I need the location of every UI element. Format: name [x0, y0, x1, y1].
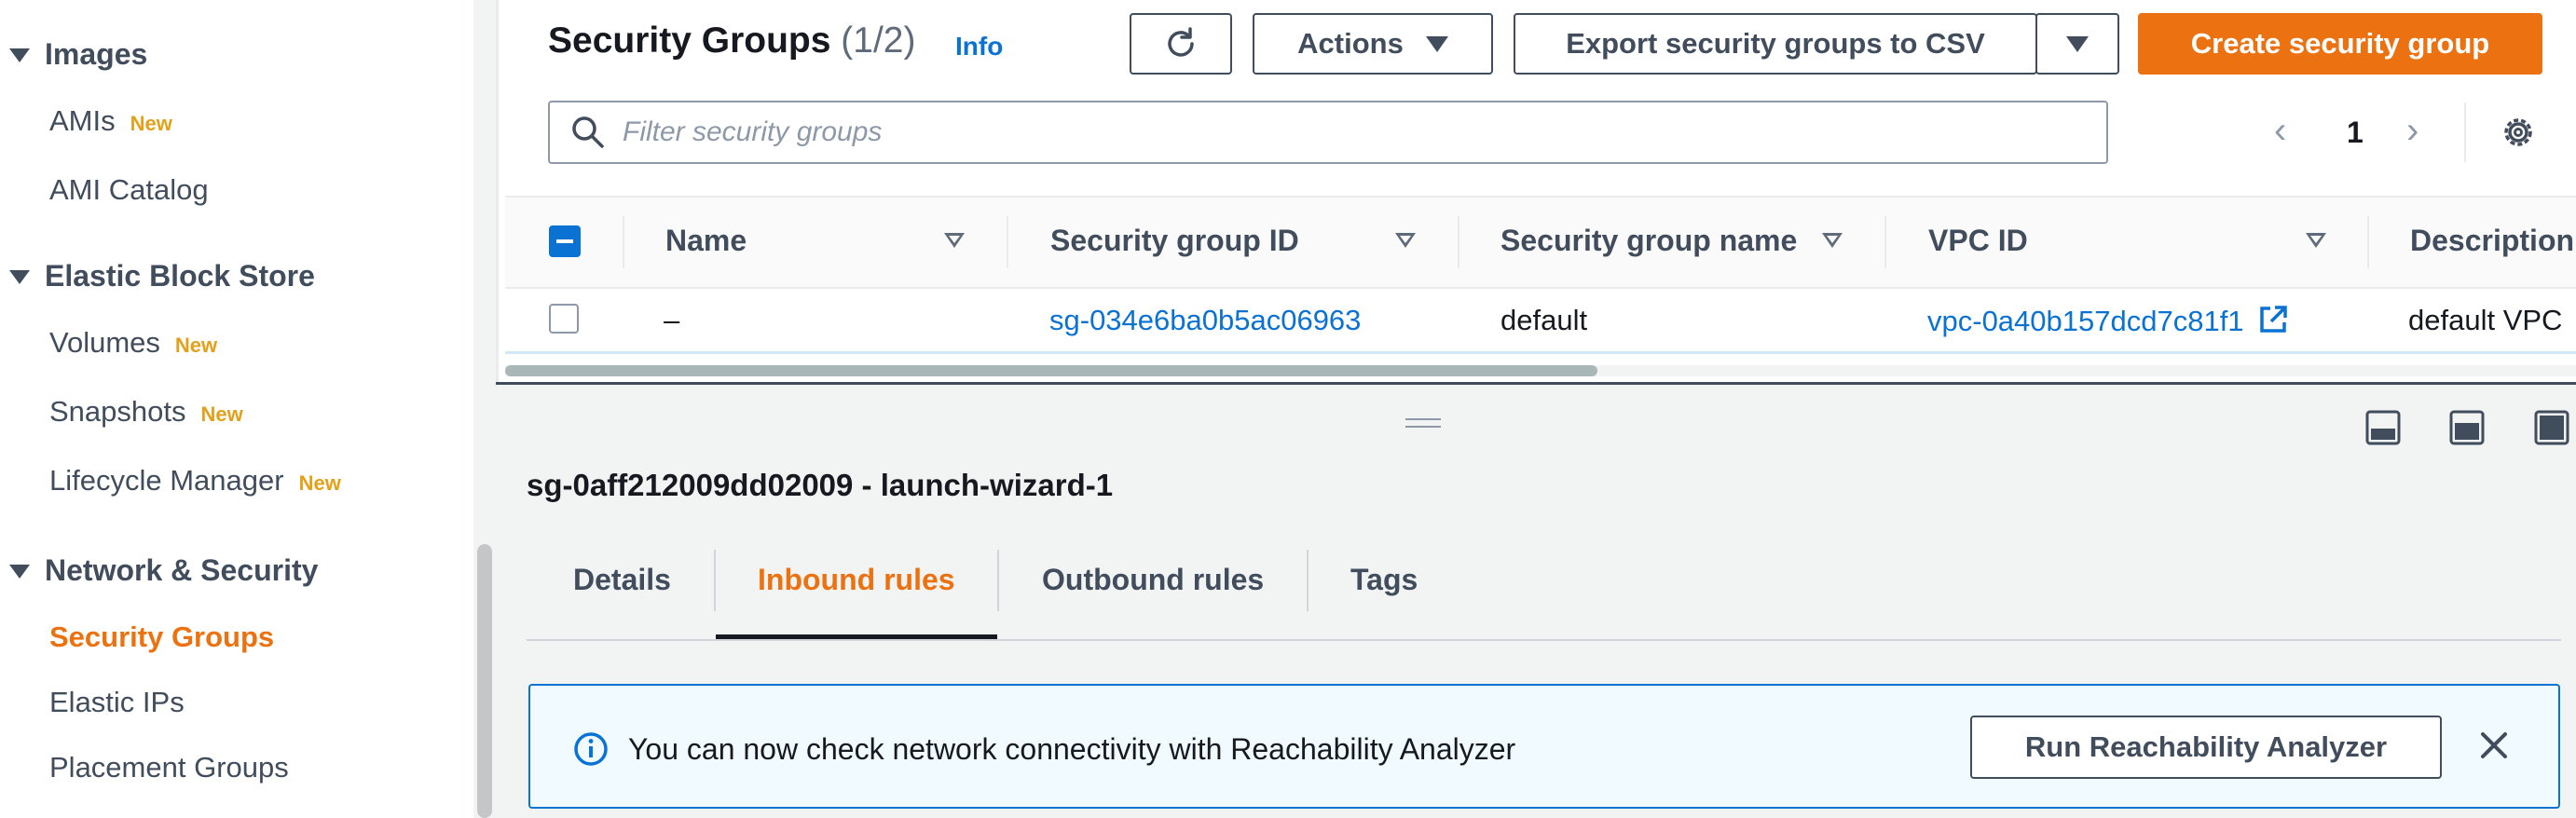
column-header-name[interactable]: Name	[665, 224, 747, 258]
filter-input[interactable]	[623, 116, 2021, 148]
sidebar-section-network-security[interactable]: Network & Security	[9, 553, 318, 588]
page-title: Security Groups (1/2)	[548, 20, 915, 61]
sort-icon[interactable]	[1822, 233, 1843, 248]
sidebar-item-volumes[interactable]: Volumes New	[49, 326, 217, 360]
sidebar-item-label: AMIs	[49, 104, 116, 137]
settings-gear-icon[interactable]	[2500, 114, 2537, 151]
external-link-icon[interactable]	[2257, 304, 2289, 335]
run-reachability-analyzer-button[interactable]: Run Reachability Analyzer	[1970, 716, 2442, 779]
new-badge: New	[130, 112, 172, 135]
sidebar-item-label: AMI Catalog	[49, 173, 209, 206]
tab-separator	[1307, 550, 1309, 611]
cell-vpc-id[interactable]: vpc-0a40b157dcd7c81f1	[1927, 304, 2289, 338]
sidebar-item-ami-catalog[interactable]: AMI Catalog	[49, 173, 209, 207]
export-label: Export security groups to CSV	[1566, 27, 1985, 60]
cell-security-group-id[interactable]: sg-034e6ba0b5ac06963	[1049, 304, 1361, 337]
sidebar-section-elastic-block-store[interactable]: Elastic Block Store	[9, 259, 315, 293]
cell-security-group-name: default	[1500, 304, 1588, 336]
caret-down-icon	[9, 48, 30, 62]
column-separator[interactable]	[2367, 216, 2369, 268]
column-separator[interactable]	[1458, 216, 1459, 268]
column-separator[interactable]	[1007, 216, 1008, 268]
sidebar-item-label: Placement Groups	[49, 751, 289, 784]
sidebar-item-amis[interactable]: AMIs New	[49, 104, 172, 138]
refresh-icon	[1168, 27, 1194, 57]
selection-count: (1/2)	[841, 20, 916, 61]
sort-icon[interactable]	[2306, 233, 2326, 248]
new-badge: New	[298, 471, 341, 495]
table-row-border	[505, 351, 2576, 354]
sort-icon[interactable]	[1395, 233, 1416, 248]
column-separator[interactable]	[1884, 216, 1886, 268]
sidebar-item-label: Security Groups	[49, 620, 275, 653]
select-all-checkbox[interactable]	[549, 225, 581, 257]
sidebar-item-security-groups[interactable]: Security Groups	[49, 620, 274, 654]
table-scrollbar-thumb[interactable]	[505, 365, 1597, 376]
sidebar-section-label: Elastic Block Store	[45, 259, 315, 293]
new-badge: New	[174, 334, 218, 357]
column-header-security-group-id[interactable]: Security group ID	[1050, 224, 1299, 258]
sidebar-section-label: Images	[45, 37, 148, 71]
cell-description: default VPC	[2408, 304, 2563, 336]
tab-inbound-rules[interactable]: Inbound rules	[758, 563, 955, 597]
chevron-left-icon[interactable]: ‹	[2274, 110, 2286, 152]
tab-outbound-rules[interactable]: Outbound rules	[1042, 563, 1264, 597]
export-dropdown-button[interactable]	[2035, 13, 2119, 75]
sidebar-item-lifecycle-manager[interactable]: Lifecycle Manager New	[49, 464, 341, 498]
sidebar-item-label: Lifecycle Manager	[49, 464, 284, 497]
sidebar-scrollbar-thumb[interactable]	[477, 544, 492, 818]
caret-down-icon	[9, 565, 30, 579]
caret-down-icon	[9, 270, 30, 284]
new-badge: New	[200, 402, 243, 426]
row-checkbox[interactable]	[549, 304, 579, 334]
export-csv-button[interactable]: Export security groups to CSV	[1514, 13, 2037, 75]
column-header-vpc-id[interactable]: VPC ID	[1928, 224, 2028, 258]
sidebar-item-label: Volumes	[49, 326, 160, 359]
alert-message: You can now check network connectivity w…	[628, 732, 1516, 766]
sidebar-nav: Images AMIs New AMI Catalog Elastic Bloc…	[0, 0, 473, 818]
close-icon[interactable]	[2475, 727, 2513, 764]
tab-separator	[714, 550, 716, 611]
sidebar-item-label: Elastic IPs	[49, 686, 185, 718]
sidebar-item-elastic-ips[interactable]: Elastic IPs	[49, 686, 185, 719]
sidebar-section-images[interactable]: Images	[9, 37, 147, 72]
column-header-security-group-name[interactable]: Security group name	[1500, 224, 1797, 258]
drag-handle-icon[interactable]	[1405, 418, 1441, 428]
filter-container	[548, 101, 2108, 164]
sidebar-item-placement-groups[interactable]: Placement Groups	[49, 751, 289, 784]
sidebar-item-label: Snapshots	[49, 395, 186, 428]
create-security-group-button[interactable]: Create security group	[2138, 13, 2542, 75]
tabs-divider	[527, 639, 2561, 641]
reachability-button-label: Run Reachability Analyzer	[2024, 730, 2388, 763]
panel-title: sg-0aff212009dd02009 - launch-wizard-1	[527, 468, 1114, 502]
cell-name: –	[664, 304, 680, 336]
caret-down-icon	[2066, 35, 2089, 52]
refresh-button[interactable]	[1130, 13, 1232, 75]
chevron-right-icon[interactable]: ›	[2406, 110, 2418, 152]
sidebar-item-snapshots[interactable]: Snapshots New	[49, 395, 243, 429]
panel-hide-icon[interactable]	[2534, 410, 2569, 445]
pager-divider	[2464, 102, 2466, 162]
column-header-description[interactable]: Description	[2410, 224, 2574, 258]
page-title-text: Security Groups	[548, 20, 831, 61]
sort-icon[interactable]	[944, 233, 965, 248]
actions-button[interactable]: Actions	[1253, 13, 1493, 75]
tab-tags[interactable]: Tags	[1350, 563, 1418, 597]
column-separator	[623, 216, 624, 268]
panel-side-icon[interactable]	[2449, 410, 2485, 445]
info-link[interactable]: Info	[955, 32, 1003, 61]
info-circle-icon	[574, 732, 608, 766]
tab-separator	[997, 550, 999, 611]
tab-details[interactable]: Details	[573, 563, 671, 597]
page-number[interactable]: 1	[2347, 116, 2364, 150]
actions-label: Actions	[1297, 27, 1404, 60]
create-label: Create security group	[2190, 27, 2490, 60]
sidebar-section-label: Network & Security	[45, 553, 319, 587]
panel-bottom-icon[interactable]	[2365, 410, 2401, 445]
vpc-id-link[interactable]: vpc-0a40b157dcd7c81f1	[1927, 305, 2244, 337]
caret-down-icon	[1425, 35, 1448, 52]
search-icon	[572, 116, 604, 148]
